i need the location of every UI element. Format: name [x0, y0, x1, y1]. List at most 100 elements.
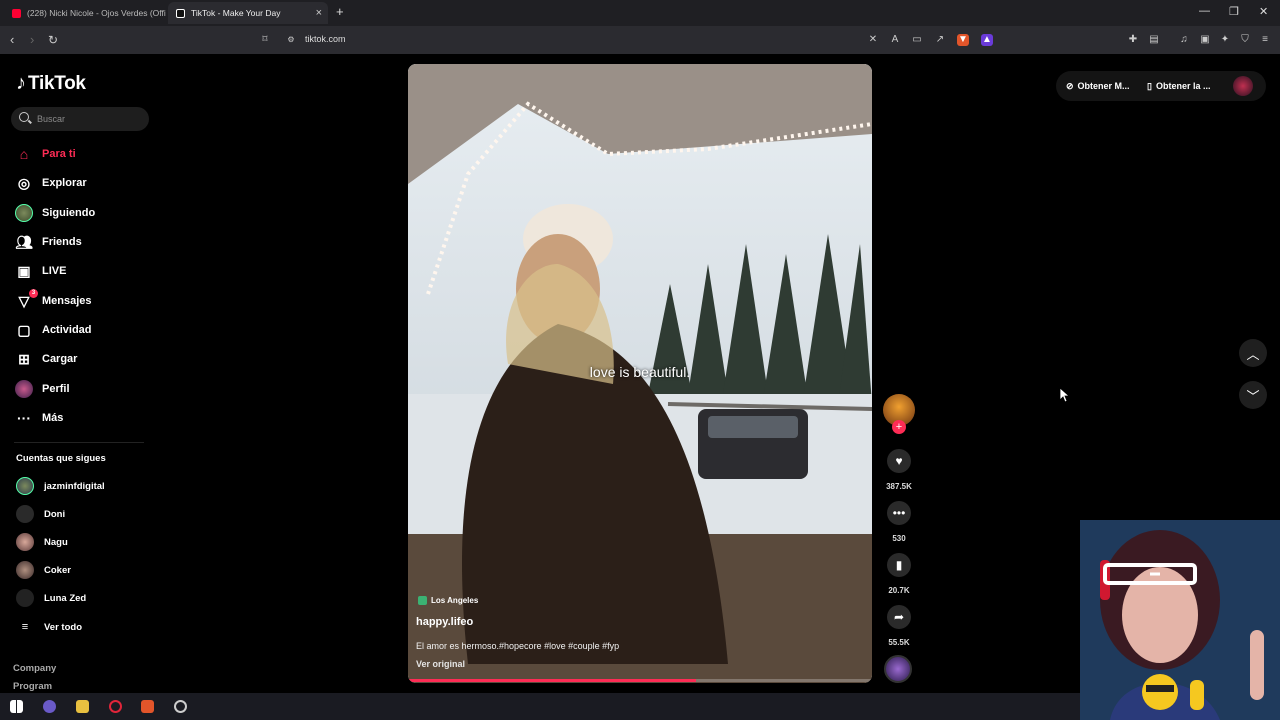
video-player[interactable]: love is beautiful. Los Angeles happy.lif… [408, 64, 872, 683]
close-tab-icon[interactable]: × [316, 7, 322, 19]
wallet-icon[interactable]: ▣ [1199, 34, 1211, 46]
phone-icon: ▯ [1147, 80, 1152, 91]
send-icon: ▽ 3 [14, 289, 38, 311]
nav-item-cargar[interactable]: ⊞ Cargar [14, 348, 77, 370]
following-item[interactable]: Doni [16, 504, 65, 524]
media-icon[interactable]: ♫ [1178, 34, 1190, 46]
list-icon: ≡ [21, 621, 29, 633]
following-name: jazminfdigital [44, 480, 105, 492]
nav-item-mas[interactable]: ··· Más [14, 407, 63, 429]
nav-item-actividad[interactable]: ▢ Actividad [14, 319, 91, 341]
nav-item-mensajes[interactable]: ▽ 3 Mensajes [14, 289, 92, 312]
friends-icon: 👥︎ [15, 233, 33, 250]
following-item[interactable]: jazminfdigital [16, 476, 105, 496]
previous-video-button[interactable]: ︿ [1239, 339, 1267, 367]
video-progress-bar[interactable] [408, 679, 872, 682]
tab-title: (228) Nicki Nicole - Ojos Verdes (Offi [27, 8, 166, 18]
windows-start-icon[interactable] [10, 700, 23, 713]
leo-ai-icon[interactable]: ✦ [1219, 34, 1231, 46]
comment-button[interactable]: ••• [887, 501, 911, 525]
opera-icon[interactable] [109, 700, 122, 713]
search-box[interactable] [11, 107, 149, 131]
upload-icon: ⊞ [18, 350, 30, 367]
see-original-link[interactable]: Ver original [416, 659, 465, 669]
obs-icon[interactable] [174, 700, 187, 713]
file-explorer-icon[interactable] [76, 700, 89, 713]
menu-icon[interactable]: ≡ [1259, 34, 1271, 46]
mute-icon[interactable]: ✕ [867, 34, 879, 46]
share-button[interactable]: ➦ [887, 605, 911, 629]
tiktok-logo[interactable]: ♪ TikTok [16, 72, 86, 95]
profile-avatar-icon [14, 379, 34, 399]
nav-item-friends[interactable]: 👥︎ Friends [14, 231, 82, 253]
like-count: 387.5K [886, 482, 912, 491]
brave-browser-icon[interactable] [141, 700, 154, 713]
following-name: Nagu [44, 536, 68, 548]
tiktok-note-icon: ♪ [16, 72, 26, 94]
following-item[interactable]: Nagu [16, 532, 68, 552]
bookmark-icon: ▮ [895, 558, 903, 572]
heart-icon: ♥ [895, 454, 903, 468]
comment-icon: ••• [892, 506, 906, 520]
nav-item-live[interactable]: ▣ LIVE [14, 260, 66, 282]
see-all-label: Ver todo [44, 621, 83, 633]
like-button[interactable]: ♥ [887, 449, 911, 473]
location-pin-icon [418, 595, 427, 605]
avatar [16, 505, 34, 523]
nav-label: Más [42, 412, 64, 424]
footer-link-program[interactable]: Program [13, 681, 52, 692]
app-icon-twitch[interactable] [43, 700, 56, 713]
new-tab-button[interactable]: + [336, 4, 344, 19]
video-caption-overlay: love is beautiful. [589, 364, 691, 380]
nav-item-para-ti[interactable]: ⌂ Para ti [14, 143, 76, 165]
following-name: Coker [44, 564, 71, 576]
sidebar-panel-icon[interactable]: ▤ [1148, 34, 1160, 46]
location-tag[interactable]: Los Angeles [418, 594, 478, 606]
video-progress-fill [408, 679, 696, 682]
avatar [16, 561, 34, 579]
following-name: Luna Zed [44, 592, 87, 604]
get-coins-button[interactable]: ⊘ Obtener M... [1066, 76, 1130, 96]
music-disc-icon[interactable] [884, 655, 912, 683]
translate-icon[interactable]: A [889, 34, 901, 46]
tab-youtube[interactable]: (228) Nicki Nicole - Ojos Verdes (Offi [4, 2, 166, 24]
share-icon[interactable]: ↗ [934, 34, 946, 46]
bookmark-icon[interactable]: ⌑ [259, 34, 271, 46]
user-avatar[interactable] [1233, 76, 1253, 96]
see-all-link[interactable]: ≡ Ver todo [16, 617, 82, 637]
minimize-icon[interactable]: — [1199, 5, 1210, 17]
following-item[interactable]: Luna Zed [16, 588, 86, 608]
tab-title: TikTok - Make Your Day [191, 8, 281, 18]
footer-link-company[interactable]: Company [13, 663, 56, 674]
vpn-icon[interactable]: ⛉ [1239, 34, 1251, 46]
webcam-overlay [1080, 520, 1280, 720]
forward-icon[interactable]: › [30, 32, 34, 47]
back-icon[interactable]: ‹ [10, 32, 14, 47]
messages-badge: 3 [29, 289, 38, 298]
save-button[interactable]: ▮ [887, 553, 911, 577]
video-author[interactable]: happy.lifeo [416, 616, 473, 628]
cast-icon[interactable]: ▭ [911, 34, 923, 46]
nav-item-explorar[interactable]: ◎ Explorar [14, 172, 87, 194]
nav-item-siguiendo[interactable]: Siguiendo [14, 202, 95, 224]
close-window-icon[interactable]: ✕ [1259, 5, 1268, 18]
search-input[interactable] [37, 111, 142, 127]
streamer-webcam-image [1080, 520, 1280, 720]
extensions-icon[interactable]: ✚ [1127, 34, 1139, 46]
tab-tiktok[interactable]: TikTok - Make Your Day × [168, 2, 328, 24]
brave-shield-icon[interactable]: ▼ [957, 34, 969, 46]
nav-item-perfil[interactable]: Perfil [14, 378, 70, 400]
restore-icon[interactable]: ❐ [1229, 5, 1239, 18]
address-bar[interactable]: tiktok.com [305, 34, 346, 44]
search-icon [19, 112, 29, 122]
avatar [16, 533, 34, 551]
following-item[interactable]: Coker [16, 560, 71, 580]
site-info-icon[interactable]: ⚙ [285, 34, 297, 46]
reload-icon[interactable]: ↻ [48, 33, 58, 47]
brave-rewards-icon[interactable]: ▲ [981, 34, 993, 46]
follow-plus-icon[interactable]: + [892, 420, 906, 434]
next-video-button[interactable]: ﹀ [1239, 381, 1267, 409]
browser-toolbar: ‹ › ↻ ⌑ ⚙ tiktok.com ✕ A ▭ ↗ ▼ ▲ ✚ ▤ ♫ ▣… [0, 26, 1280, 54]
get-app-button[interactable]: ▯ Obtener la ... [1147, 76, 1210, 96]
browser-tab-bar: (228) Nicki Nicole - Ojos Verdes (Offi T… [0, 0, 1280, 26]
